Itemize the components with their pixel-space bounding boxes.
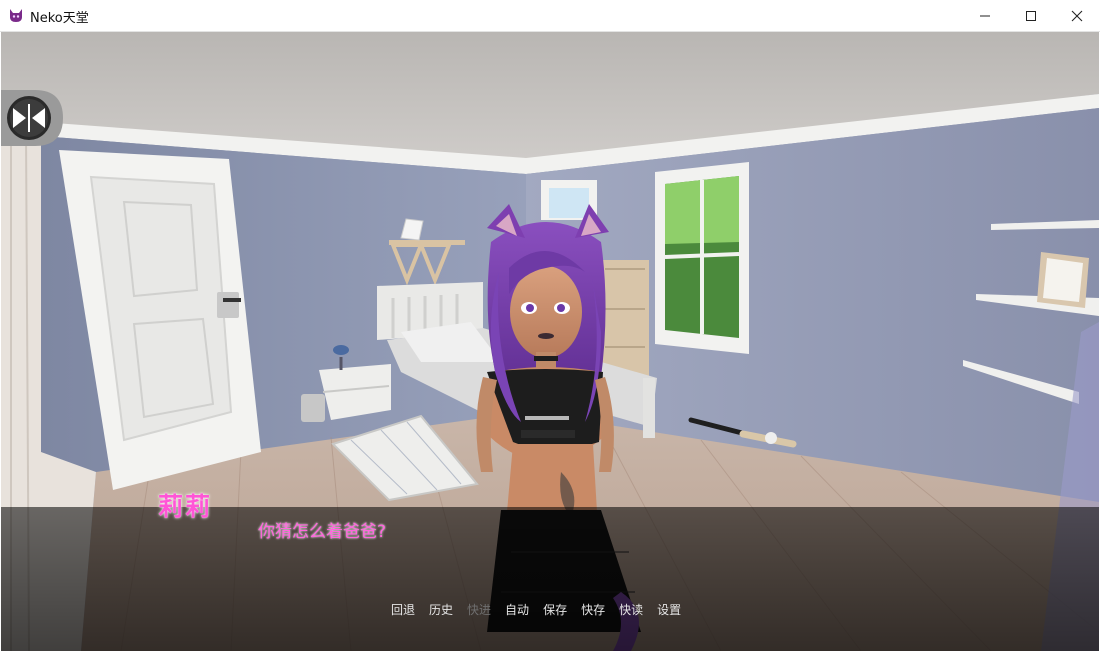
quick-menu-auto[interactable]: 自动: [498, 601, 536, 618]
quick-menu-rollback[interactable]: 回退: [384, 601, 422, 618]
quick-menu-quickload[interactable]: 快读: [612, 601, 650, 618]
quick-menu-skip[interactable]: 快进: [460, 601, 498, 618]
maximize-button[interactable]: [1008, 0, 1054, 31]
game-window: Neko天堂 莉莉 你猜怎么着爸爸? 回退 历史 快进 自动 保存 快存 快读 …: [0, 0, 1100, 651]
side-panel-toggle-button[interactable]: [1, 90, 63, 146]
game-scene[interactable]: [1, 32, 1099, 651]
speaker-name: 莉莉: [158, 492, 213, 521]
close-button[interactable]: [1054, 0, 1100, 31]
quick-menu-quicksave[interactable]: 快存: [574, 601, 612, 618]
close-icon: [1071, 10, 1083, 21]
quick-menu-history[interactable]: 历史: [422, 601, 460, 618]
minimize-icon: [980, 15, 990, 16]
split-toggle-icon: [1, 90, 63, 146]
dialogue-box[interactable]: [1, 507, 1099, 651]
title-bar: Neko天堂: [0, 0, 1100, 32]
dialogue-text: 你猜怎么着爸爸?: [258, 522, 387, 542]
window-title: Neko天堂: [30, 11, 89, 26]
cat-app-icon: [10, 9, 22, 22]
minimize-button[interactable]: [962, 0, 1008, 31]
quick-menu: 回退 历史 快进 自动 保存 快存 快读 设置: [384, 601, 688, 618]
quick-menu-save[interactable]: 保存: [536, 601, 574, 618]
maximize-icon: [1026, 10, 1036, 21]
quick-menu-preferences[interactable]: 设置: [650, 601, 688, 618]
